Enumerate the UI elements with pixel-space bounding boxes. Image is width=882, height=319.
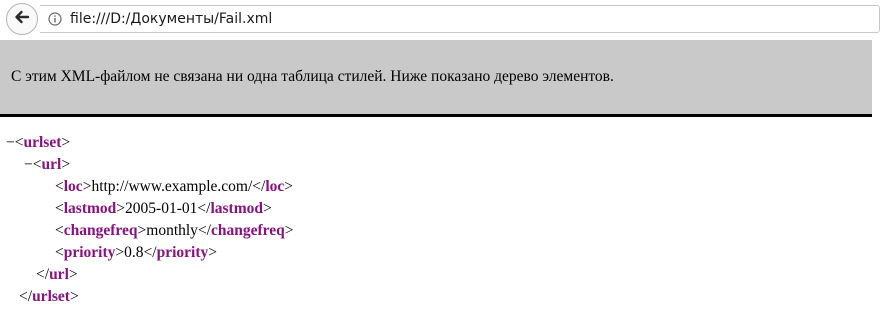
tag-name: urlset	[23, 134, 62, 151]
priority-element: <priority>0.8</priority>	[55, 244, 217, 261]
tag-name: loc	[265, 178, 285, 195]
address-bar[interactable]: file:///D:/Документы/Fail.xml	[40, 5, 880, 33]
element-value: http://www.example.com/	[91, 178, 253, 195]
tag-name: url	[49, 266, 69, 283]
collapse-toggle-urlset[interactable]: −	[6, 134, 15, 151]
browser-toolbar: file:///D:/Документы/Fail.xml	[0, 0, 882, 40]
tag-name: loc	[63, 178, 83, 195]
loc-element: <loc>http://www.example.com/</loc>	[55, 178, 294, 195]
tag-name: lastmod	[63, 200, 117, 217]
urlset-open-line: −<urlset>	[6, 134, 71, 151]
url-text[interactable]: file:///D:/Документы/Fail.xml	[70, 11, 272, 27]
tag-name: urlset	[32, 288, 70, 305]
tag-name: lastmod	[210, 200, 263, 217]
arrow-left-icon	[13, 8, 31, 31]
changefreq-element: <changefreq>monthly</changefreq>	[55, 222, 294, 239]
tag-name: priority	[63, 244, 116, 261]
urlset-close-line: </urlset>	[19, 288, 79, 305]
lastmod-element: <lastmod>2005-01-01</lastmod>	[55, 200, 272, 217]
info-icon[interactable]	[48, 12, 62, 26]
tag-name: url	[41, 156, 62, 173]
element-value: 0.8	[124, 244, 144, 261]
tag-name: priority	[156, 244, 209, 261]
url-open-line: −<url>	[24, 156, 71, 173]
no-stylesheet-notice: С этим XML-файлом не связана ни одна таб…	[0, 40, 872, 117]
url-close-line: </url>	[36, 266, 78, 283]
tag-name: changefreq	[63, 222, 138, 239]
element-value: 2005-01-01	[125, 200, 198, 217]
collapse-toggle-url[interactable]: −	[24, 156, 33, 173]
notice-text: С этим XML-файлом не связана ни одна таб…	[11, 68, 614, 85]
element-value: monthly	[146, 222, 198, 239]
back-button[interactable]	[6, 3, 38, 35]
tag-name: changefreq	[211, 222, 285, 239]
